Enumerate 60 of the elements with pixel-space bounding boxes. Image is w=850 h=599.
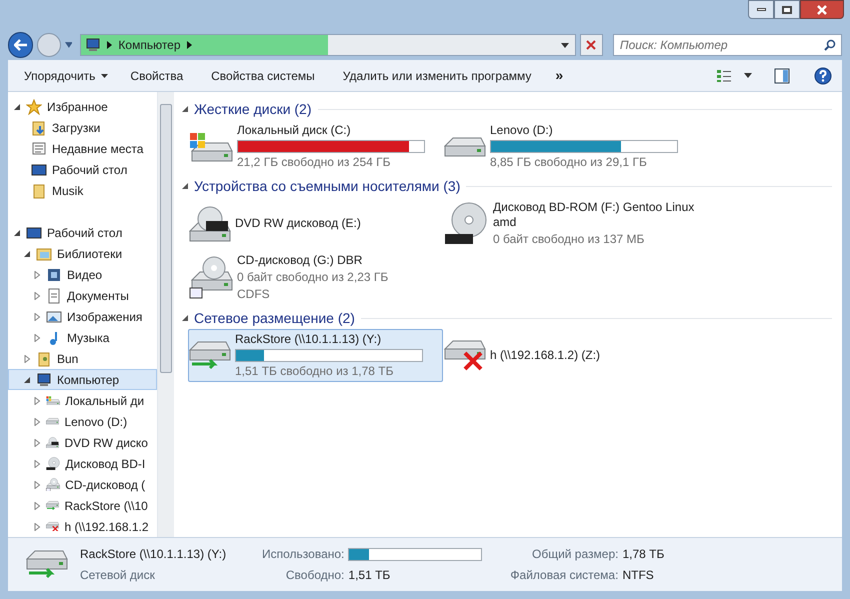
organize-menu-button[interactable]: Упорядочить <box>18 64 114 88</box>
drive-tile[interactable]: Lenovo (D:) 8,85 ГБ свободно из 29,1 ГБ <box>443 120 698 173</box>
drive-name: DVD RW дисковод (E:) <box>235 216 361 231</box>
drive-tile[interactable]: Локальный диск (C:) 21,2 ГБ свободно из 254 ГБ <box>188 120 443 173</box>
details-title: RackStore (\\10.1.1.13) (Y:) <box>80 546 228 563</box>
drive-info: CDFS <box>237 287 271 302</box>
details-value: 1,78 ТБ <box>622 546 664 563</box>
details-label: Общий размер: <box>530 546 618 563</box>
tree-item[interactable]: Музыка <box>8 327 157 348</box>
drive-info: 8,85 ГБ свободно из 29,1 ГБ <box>490 155 648 170</box>
tree-item[interactable]: Документы <box>8 285 157 306</box>
details-label: Файловая система: <box>510 567 618 584</box>
tree-item[interactable]: Рабочий стол <box>8 159 157 180</box>
drive-tile[interactable]: h (\\192.168.1.2) (Z:) <box>443 329 698 382</box>
tree-item[interactable]: Недавние места <box>8 138 157 159</box>
drive-tile[interactable]: DVD RW дисковод (E:) <box>188 197 443 250</box>
tree-item[interactable]: Локальный ди <box>8 390 157 411</box>
drive-info: 0 байт свободно из 2,23 ГБ <box>237 270 388 285</box>
details-value: 1,51 ТБ <box>348 567 392 584</box>
more-button[interactable]: » <box>547 64 572 88</box>
tree-item[interactable]: Библиотеки <box>8 243 157 264</box>
drive-name: Дисковод BD-ROM (F:) Gentoo Linux amd <box>493 200 696 230</box>
breadcrumb[interactable]: Компьютер <box>118 36 181 54</box>
drive-name: Локальный диск (C:) <box>237 123 352 138</box>
drive-info: 0 байт свободно из 137 МБ <box>493 232 646 247</box>
address-bar[interactable]: Компьютер <box>80 34 576 56</box>
drive-tile[interactable]: CD-дисковод (G:) DBR 0 байт свободно из 2,23 ГБ CDFS <box>188 250 443 305</box>
tree-item[interactable]: DVD RW диско <box>8 432 157 453</box>
details-type: Сетевой диск <box>80 567 156 584</box>
tree-item[interactable]: Изображения <box>8 306 157 327</box>
drive-tile[interactable]: Дисковод BD-ROM (F:) Gentoo Linux amd 0 байт свободно из 137 МБ <box>443 197 698 250</box>
tree-item[interactable]: Musik <box>8 180 157 201</box>
tree-item[interactable]: Видео <box>8 264 157 285</box>
tree-item[interactable]: Компьютер <box>8 369 157 390</box>
tree-item[interactable]: Рабочий стол <box>8 222 157 243</box>
tree-item[interactable]: h (\\192.168.1.2 <box>8 516 157 537</box>
group-header[interactable]: Сетевое размещение (2) <box>194 308 355 328</box>
tree-item[interactable]: Bun <box>8 348 157 369</box>
toolbar-button[interactable]: Свойства системы <box>199 64 327 88</box>
tree-item[interactable]: CD-дисковод ( <box>8 474 157 495</box>
tree-item[interactable]: Lenovo (D:) <box>8 411 157 432</box>
toolbar-button[interactable]: Свойства <box>118 64 196 88</box>
tree-item[interactable]: Избранное <box>8 96 157 117</box>
drive-name: CD-дисковод (G:) DBR <box>237 253 364 268</box>
group-header[interactable]: Жесткие диски (2) <box>194 98 312 120</box>
tree-item[interactable]: RackStore (\\10 <box>8 495 157 516</box>
drive-tile[interactable]: RackStore (\\10.1.1.13) (Y:) 1,51 ТБ свободно из 1,78 ТБ <box>188 329 443 382</box>
drive-name: h (\\192.168.1.2) (Z:) <box>490 348 600 363</box>
drive-name: Lenovo (D:) <box>490 123 554 138</box>
details-label: Использовано: <box>262 546 344 563</box>
toolbar-button[interactable]: Удалить или изменить программу <box>330 64 544 88</box>
details-label: Свободно: <box>284 567 344 584</box>
search-field[interactable]: Поиск: Компьютер <box>612 34 842 56</box>
tree-item[interactable]: Дисковод BD-I <box>8 453 157 474</box>
drive-info: 1,51 ТБ свободно из 1,78 ТБ <box>235 364 394 379</box>
drive-name: RackStore (\\10.1.1.13) (Y:) <box>235 332 382 347</box>
group-header[interactable]: Устройства со съемными носителями (3) <box>194 176 460 196</box>
details-value: NTFS <box>622 567 655 584</box>
drive-info: 21,2 ГБ свободно из 254 ГБ <box>237 155 392 170</box>
tree-item[interactable]: Загрузки <box>8 117 157 138</box>
